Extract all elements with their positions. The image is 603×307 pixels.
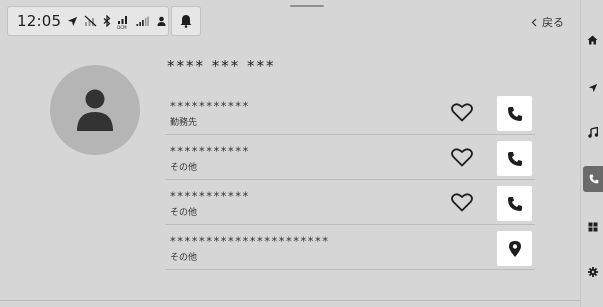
- back-label: 戻る: [542, 16, 564, 29]
- navigation-icon: [588, 83, 598, 93]
- call-button[interactable]: [497, 186, 532, 221]
- heart-outline-icon: [451, 192, 473, 212]
- phone-icon: [589, 174, 599, 184]
- bell-icon: [180, 14, 192, 28]
- cellular-signal-icon: [136, 16, 150, 27]
- phone-icon: [507, 196, 523, 212]
- back-button[interactable]: 戻る: [531, 12, 564, 32]
- nav-item-settings[interactable]: [581, 259, 603, 285]
- avatar: [50, 65, 140, 155]
- clock: 12:05: [17, 12, 62, 30]
- favorite-button[interactable]: [448, 143, 476, 171]
- phone-type-label: 勤務先: [170, 118, 198, 128]
- phone-contact-detail-screen: 12:05 DCM 戻る **** *** *** *********** 勤務…: [0, 0, 603, 307]
- nav-item-navigation[interactable]: [581, 75, 603, 101]
- phone-type-label: その他: [170, 163, 198, 173]
- address-type-label: その他: [170, 253, 198, 263]
- nav-item-home[interactable]: [581, 27, 603, 53]
- favorite-button[interactable]: [448, 98, 476, 126]
- bluetooth-icon: [103, 15, 111, 27]
- home-icon: [587, 35, 598, 45]
- address: **********************: [170, 234, 330, 248]
- gear-icon: [587, 267, 598, 277]
- dcm-label: DCM: [117, 25, 127, 30]
- list-item[interactable]: *********** 勤務先: [165, 90, 535, 135]
- phone-number: ***********: [170, 144, 250, 158]
- call-button[interactable]: [497, 141, 532, 176]
- map-pin-icon: [508, 240, 522, 258]
- user-icon: [157, 16, 166, 27]
- call-button[interactable]: [497, 96, 532, 131]
- nav-item-audio[interactable]: [581, 119, 603, 145]
- dcm-signal-icon: DCM: [117, 15, 130, 30]
- person-icon: [76, 88, 114, 132]
- map-location-button[interactable]: [497, 231, 532, 266]
- navigation-arrow-icon: [67, 16, 78, 27]
- nav-item-apps[interactable]: [581, 214, 603, 240]
- chevron-left-icon: [531, 18, 537, 27]
- phone-number: ***********: [170, 99, 250, 113]
- phone-number-list: *********** 勤務先 *********** その他 ********…: [165, 90, 535, 270]
- phone-icon: [507, 106, 523, 122]
- phone-number: ***********: [170, 189, 250, 203]
- contact-name: **** *** ***: [167, 57, 276, 75]
- heart-outline-icon: [451, 147, 473, 167]
- favorite-button[interactable]: [448, 188, 476, 216]
- nav-item-phone[interactable]: [583, 166, 603, 192]
- divider: [0, 300, 580, 301]
- status-bar[interactable]: 12:05 DCM: [7, 6, 169, 36]
- no-data-icon: [84, 15, 97, 27]
- drag-handle[interactable]: [290, 5, 324, 7]
- phone-type-label: その他: [170, 208, 198, 218]
- list-item[interactable]: *********** その他: [165, 135, 535, 180]
- music-note-icon: [587, 126, 598, 138]
- apps-grid-icon: [588, 222, 598, 232]
- notification-button[interactable]: [171, 6, 201, 36]
- list-item[interactable]: ********************** その他: [165, 225, 535, 270]
- list-item[interactable]: *********** その他: [165, 180, 535, 225]
- heart-outline-icon: [451, 102, 473, 122]
- side-nav: [580, 0, 603, 307]
- phone-icon: [507, 151, 523, 167]
